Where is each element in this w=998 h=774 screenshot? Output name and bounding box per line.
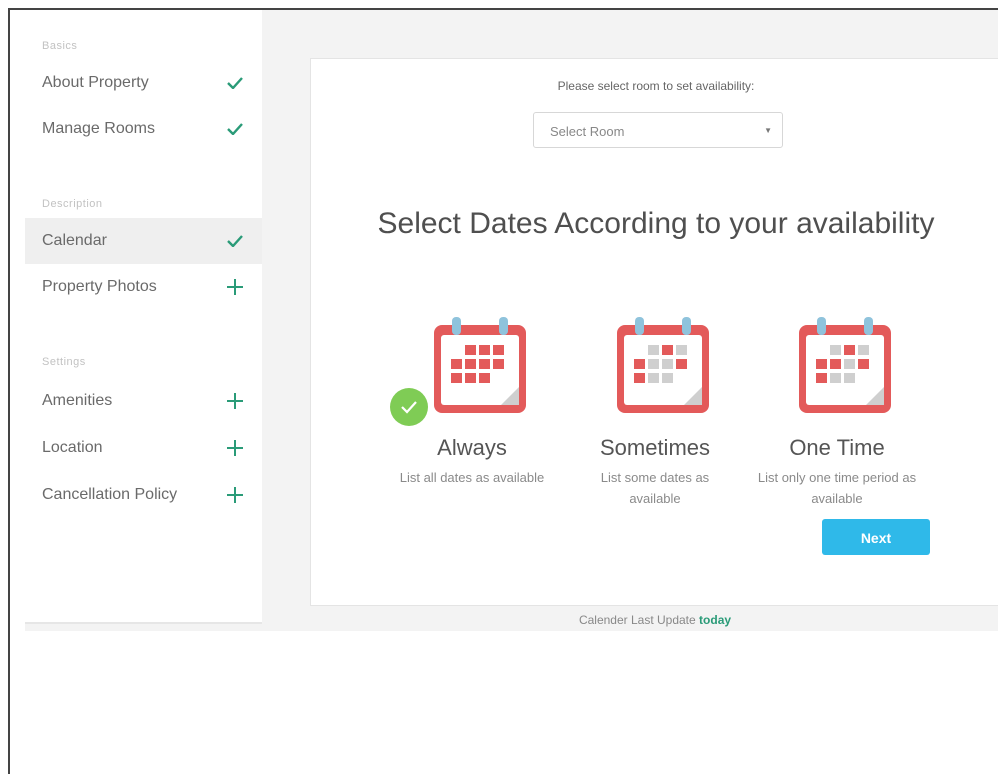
plus-icon [225,378,245,424]
sidebar-item-about-property[interactable]: About Property [25,60,262,106]
sidebar: Basics About Property Manage Rooms Descr… [25,10,262,624]
option-title: One Time [789,435,885,460]
sidebar-item-label: Location [42,439,103,456]
sidebar-item-cancellation-policy[interactable]: Cancellation Policy [25,472,262,518]
calendar-icon [434,317,526,413]
sidebar-item-label: Property Photos [42,278,157,295]
sidebar-item-label: About Property [42,74,149,91]
app-container: Basics About Property Manage Rooms Descr… [25,10,998,631]
sidebar-item-label: Cancellation Policy [42,486,178,503]
option-description: List some dates as available [600,470,710,506]
sidebar-item-label: Manage Rooms [42,120,155,137]
next-button[interactable]: Next [822,519,930,555]
calendar-last-update: Calender Last Update today [310,613,998,627]
check-icon [225,60,245,106]
section-title-description: Description [42,198,103,210]
option-title: Sometimes [599,435,711,460]
last-update-label: Calender Last Update [578,613,696,627]
plus-icon [225,472,245,518]
option-description: List all dates as available [399,470,545,485]
sidebar-item-calendar[interactable]: Calendar [25,218,262,264]
selected-check-icon [390,388,428,426]
sidebar-item-location[interactable]: Location [25,425,262,471]
room-select-prompt: Please select room to set availability: [557,79,755,93]
last-update-value: today [699,613,732,627]
sidebar-item-property-photos[interactable]: Property Photos [25,264,262,310]
check-icon [225,218,245,264]
availability-card: Please select room to set availability: … [310,58,998,606]
sidebar-item-label: Amenities [42,392,113,409]
calendar-icon [799,317,891,413]
room-select-value: Select Room [550,124,625,139]
room-select[interactable]: Select Room ▼ [533,112,783,148]
window-frame-left [8,8,10,774]
calendar-icon [617,317,709,413]
check-icon [225,106,245,152]
sidebar-item-amenities[interactable]: Amenities [25,378,262,424]
sidebar-item-manage-rooms[interactable]: Manage Rooms [25,106,262,152]
section-title-settings: Settings [42,356,86,368]
plus-icon [225,425,245,471]
caret-down-icon: ▼ [764,126,772,135]
sidebar-item-label: Calendar [42,232,107,249]
option-description: List only one time period as available [757,470,917,506]
option-title: Always [437,435,507,460]
page-title: Select Dates According to your availabil… [377,207,935,240]
section-title-basics: Basics [42,40,78,52]
plus-icon [225,264,245,310]
